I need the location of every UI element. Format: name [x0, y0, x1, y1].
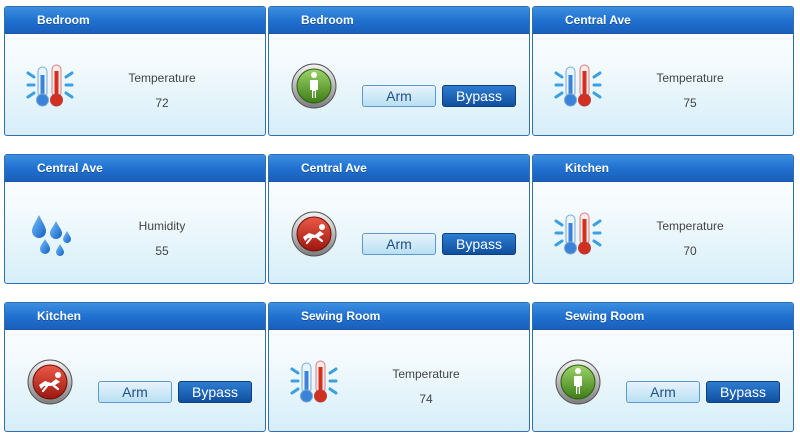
panel-header: Central Ave: [533, 7, 793, 34]
bypass-button[interactable]: Bypass: [442, 233, 516, 255]
panel-title: Kitchen: [37, 309, 82, 323]
panel-header: Central Ave: [5, 155, 265, 182]
panel-header: Bedroom: [269, 7, 529, 34]
panel-central-ave-humidity: Central Ave Humidity 55: [4, 154, 266, 284]
arm-button[interactable]: Arm: [98, 381, 172, 403]
panel-header: Bedroom: [5, 7, 265, 34]
panel-bedroom-zone: Bedroom Arm Bypass: [268, 6, 530, 136]
panel-sewing-room-zone: Sewing Room Arm Bypass: [532, 302, 794, 432]
arm-button[interactable]: Arm: [626, 381, 700, 403]
sensor-label: Temperature: [656, 71, 724, 85]
sensor-label: Temperature: [656, 219, 724, 233]
arm-button[interactable]: Arm: [362, 85, 436, 107]
humidity-icon: [25, 209, 75, 259]
temperature-icon: [25, 61, 75, 111]
temperature-icon: [553, 61, 603, 111]
panel-title: Sewing Room: [301, 309, 381, 323]
sensor-value: 75: [683, 96, 697, 110]
sensor-label: Temperature: [128, 71, 196, 85]
panel-title: Bedroom: [301, 13, 354, 27]
sensor-value: 74: [419, 392, 433, 406]
panel-title: Central Ave: [565, 13, 631, 27]
panel-bedroom-temperature: Bedroom Temperature 72: [4, 6, 266, 136]
panel-header: Sewing Room: [533, 303, 793, 330]
panel-title: Sewing Room: [565, 309, 645, 323]
temperature-icon: [553, 209, 603, 259]
zone-alarm-icon: [289, 209, 339, 259]
bypass-button[interactable]: Bypass: [706, 381, 780, 403]
panel-header: Central Ave: [269, 155, 529, 182]
sensor-value: 70: [683, 244, 697, 258]
panel-header: Kitchen: [533, 155, 793, 182]
zone-ready-icon: [289, 61, 339, 111]
panel-title: Central Ave: [37, 161, 103, 175]
bypass-button[interactable]: Bypass: [178, 381, 252, 403]
sensor-value: 55: [155, 244, 169, 258]
bypass-button[interactable]: Bypass: [442, 85, 516, 107]
panel-title: Central Ave: [301, 161, 367, 175]
panel-kitchen-temperature: Kitchen Temperature 70: [532, 154, 794, 284]
panel-central-ave-zone: Central Ave Arm Bypass: [268, 154, 530, 284]
panel-central-ave-temperature: Central Ave Temperature 75: [532, 6, 794, 136]
sensor-value: 72: [155, 96, 169, 110]
sensor-label: Temperature: [392, 367, 460, 381]
panel-title: Kitchen: [565, 161, 610, 175]
panel-sewing-room-temperature: Sewing Room Temperature 74: [268, 302, 530, 432]
panel-title: Bedroom: [37, 13, 90, 27]
panel-header: Kitchen: [5, 303, 265, 330]
temperature-icon: [289, 357, 339, 407]
panel-header: Sewing Room: [269, 303, 529, 330]
arm-button[interactable]: Arm: [362, 233, 436, 255]
zone-alarm-icon: [25, 357, 75, 407]
zone-ready-icon: [553, 357, 603, 407]
panel-kitchen-zone: Kitchen Arm Bypass: [4, 302, 266, 432]
sensor-label: Humidity: [138, 219, 186, 233]
